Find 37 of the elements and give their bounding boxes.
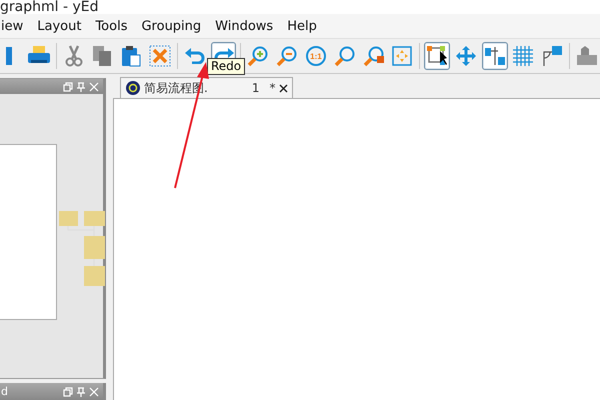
export-icon [575, 45, 600, 67]
zoom-in-icon [247, 45, 270, 67]
grid-icon [512, 45, 534, 67]
menu-item[interactable]: iew [1, 18, 24, 34]
zoom-out-icon [276, 45, 298, 67]
edit-mode-icon [426, 45, 448, 67]
toolbar-button[interactable] [482, 42, 508, 70]
modified-marker: * [269, 81, 276, 95]
magnifier-icon [334, 45, 356, 67]
snap-lines-icon [541, 45, 564, 67]
menu-item[interactable]: Tools [95, 18, 128, 34]
menu-item[interactable]: Grouping [141, 18, 202, 34]
toolbar-button[interactable] [424, 42, 450, 70]
restore-icon[interactable] [63, 386, 73, 396]
move-arrows-icon [454, 45, 477, 67]
close-icon[interactable] [279, 84, 288, 92]
menu-item[interactable]: Help [287, 18, 317, 34]
restore-icon[interactable] [63, 82, 73, 92]
delete-icon [149, 45, 172, 67]
menu-item[interactable]: Layout [37, 18, 82, 34]
panel-title: d [1, 385, 8, 398]
zoom-area-icon [362, 45, 385, 67]
scissors-icon [62, 45, 85, 67]
menu-item[interactable]: Windows [215, 18, 274, 34]
undo-icon [184, 48, 206, 64]
window-title: graphml - yEd [0, 0, 98, 14]
fit-content-icon [391, 45, 414, 67]
pin-icon[interactable] [76, 386, 86, 396]
tooltip: Redo [207, 58, 246, 75]
tab-label: 1 [252, 81, 260, 95]
zoom-reset-icon: 1:1 [306, 46, 326, 66]
orthogonal-edges-icon [484, 45, 506, 67]
copy-icon [91, 45, 114, 67]
yed-logo-icon [126, 81, 140, 95]
overview-viewport[interactable] [0, 144, 57, 320]
clipboard-icon [120, 45, 142, 67]
pin-icon[interactable] [76, 82, 86, 92]
